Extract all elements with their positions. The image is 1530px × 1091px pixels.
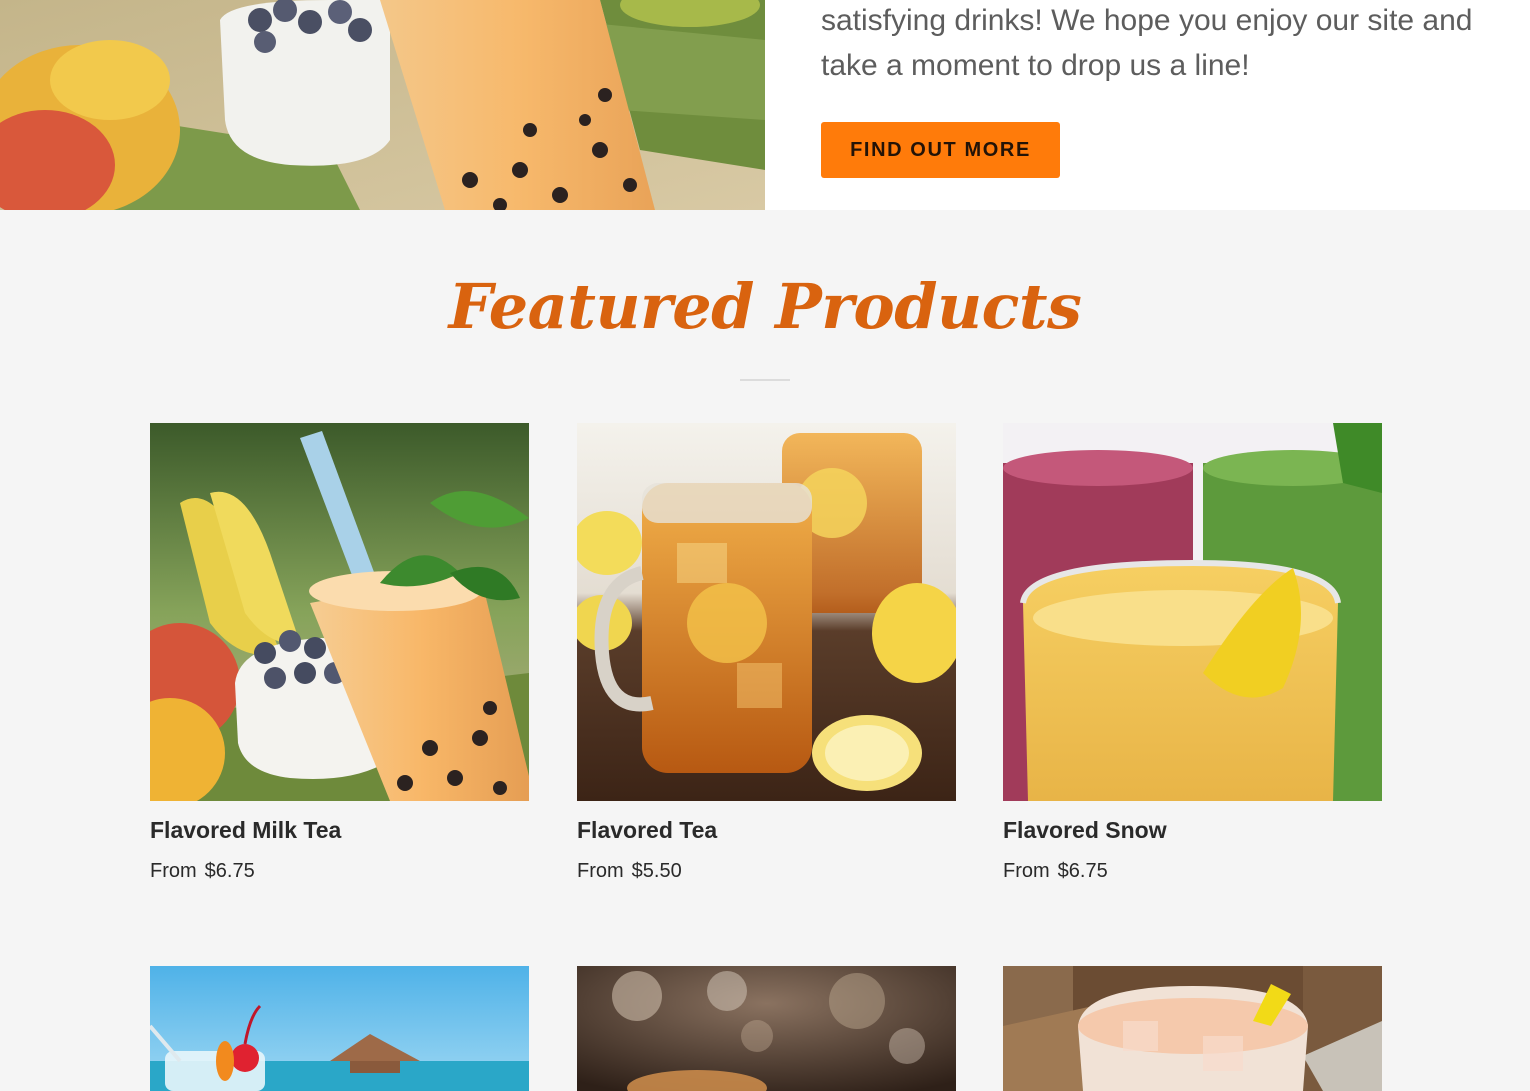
- product-price: From $5.50: [577, 860, 682, 883]
- featured-products-heading: Featured Products: [448, 270, 1082, 343]
- price-prefix: From: [577, 860, 624, 882]
- hero-intro-text: satisfying drinks! We hope you enjoy our…: [821, 0, 1501, 88]
- price-prefix: From: [150, 860, 197, 882]
- iced-coffee-product-image[interactable]: [577, 966, 956, 1091]
- hero-drink-image: [0, 0, 765, 210]
- find-out-more-button[interactable]: FIND OUT MORE: [821, 122, 1060, 178]
- price-value: $6.75: [204, 860, 255, 882]
- product-name[interactable]: Flavored Tea: [577, 817, 717, 844]
- price-prefix: From: [1003, 860, 1050, 882]
- snow-product-image[interactable]: [1003, 423, 1382, 801]
- product-name[interactable]: Flavored Milk Tea: [150, 817, 341, 844]
- featured-products-section: Featured Products Flavored Milk Tea From…: [0, 210, 1530, 1091]
- tropical-cocktail-product-image[interactable]: [150, 966, 529, 1091]
- product-name[interactable]: Flavored Snow: [1003, 817, 1167, 844]
- milk-tea-product-image[interactable]: [150, 423, 529, 801]
- iced-milk-drink-product-image[interactable]: [1003, 966, 1382, 1091]
- hero-section: satisfying drinks! We hope you enjoy our…: [0, 0, 1530, 210]
- product-price: From $6.75: [150, 860, 255, 883]
- hero-intro-line-2: take a moment to drop us a line!: [821, 49, 1250, 82]
- hero-intro-line-1: satisfying drinks! We hope you enjoy our…: [821, 4, 1473, 37]
- price-value: $5.50: [631, 860, 682, 882]
- price-value: $6.75: [1057, 860, 1108, 882]
- iced-tea-product-image[interactable]: [577, 423, 956, 801]
- product-card: Flavored Tea From $5.50: [577, 423, 957, 882]
- product-price: From $6.75: [1003, 860, 1108, 883]
- heading-divider: [740, 379, 790, 381]
- product-card: Flavored Snow From $6.75: [1003, 423, 1383, 882]
- product-card: Flavored Milk Tea From $6.75: [150, 423, 530, 882]
